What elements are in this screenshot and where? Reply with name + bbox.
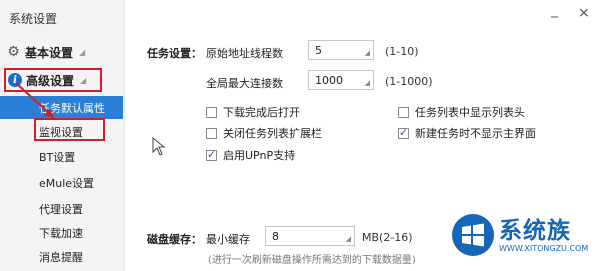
close-button[interactable]: × — [578, 5, 590, 21]
watermark-url: WWW.XITONGZU.COM — [499, 243, 589, 253]
min-cache-label: 最小缓存 — [206, 233, 250, 246]
sidebar-item-label: BT设置 — [39, 150, 76, 164]
sidebar-item-label: 消息提醒 — [39, 250, 83, 264]
mouse-cursor-icon — [152, 137, 166, 156]
sidebar-item-emule[interactable]: eMule设置 — [0, 171, 123, 194]
checkbox-box[interactable] — [398, 126, 409, 139]
sidebar-item-bt[interactable]: BT设置 — [0, 145, 123, 168]
checkbox-label: 下载完成后打开 — [223, 106, 300, 119]
checkbox-open-after-download[interactable]: 下载完成后打开 — [206, 104, 300, 120]
checkbox-label: 任务列表中显示列表头 — [415, 106, 525, 119]
dropdown-arrow-icon: ◢ — [364, 49, 370, 57]
checkbox-label: 关闭任务列表扩展栏 — [223, 127, 322, 140]
min-cache-range: MB(2-16) — [362, 231, 413, 244]
windows-logo-icon — [452, 214, 494, 256]
threads-label: 原始地址线程数 — [206, 47, 283, 60]
checkbox-box[interactable] — [206, 106, 217, 118]
threads-range: (1-10) — [385, 45, 419, 58]
disk-cache-label: 磁盘缓存： — [147, 233, 202, 246]
min-cache-value: 8 — [272, 229, 279, 243]
checkbox-box[interactable] — [206, 148, 217, 161]
dropdown-arrow-icon: ◢ — [364, 79, 370, 87]
threads-select[interactable]: 5 ◢ — [308, 40, 374, 60]
sidebar-item-proxy[interactable]: 代理设置 — [0, 197, 123, 220]
threads-value: 5 — [315, 43, 322, 57]
disk-cache-hint: (进行一次刷新磁盘操作所需达到的下载数据量) — [208, 255, 416, 266]
minimize-button[interactable]: _ — [551, 2, 558, 18]
min-cache-select[interactable]: 8 ◢ — [265, 226, 355, 246]
sidebar-item-label: eMule设置 — [39, 176, 95, 190]
checkbox-close-expand-bar[interactable]: 关闭任务列表扩展栏 — [206, 125, 322, 141]
task-settings-label: 任务设置： — [147, 47, 202, 60]
max-connections-range: (1-1000) — [385, 75, 433, 88]
checkbox-box[interactable] — [206, 127, 217, 139]
max-connections-label: 全局最大连接数 — [206, 77, 283, 90]
sidebar-item-label: 下载加速 — [39, 226, 83, 240]
max-connections-value: 1000 — [315, 73, 343, 87]
checkbox-box[interactable] — [398, 106, 409, 118]
dropdown-arrow-icon: ◢ — [345, 235, 351, 243]
sidebar-item-label: 代理设置 — [39, 202, 83, 216]
annotation-arrow-icon — [16, 83, 54, 118]
checkbox-show-list-header[interactable]: 任务列表中显示列表头 — [398, 104, 525, 120]
max-connections-select[interactable]: 1000 ◢ — [308, 70, 374, 90]
checkbox-enable-upnp[interactable]: 启用UPnP支持 — [206, 147, 295, 163]
checkbox-hide-main-on-new-task[interactable]: 新建任务时不显示主界面 — [398, 125, 536, 141]
checkbox-label: 启用UPnP支持 — [223, 149, 296, 162]
watermark: 系统族 WWW.XITONGZU.COM — [451, 213, 588, 257]
checkbox-label: 新建任务时不显示主界面 — [415, 127, 536, 140]
sidebar-item-notifications[interactable]: 消息提醒 — [0, 245, 123, 268]
sidebar-item-accelerate[interactable]: 下载加速 — [0, 221, 123, 244]
watermark-brand: 系统族 — [499, 217, 571, 244]
